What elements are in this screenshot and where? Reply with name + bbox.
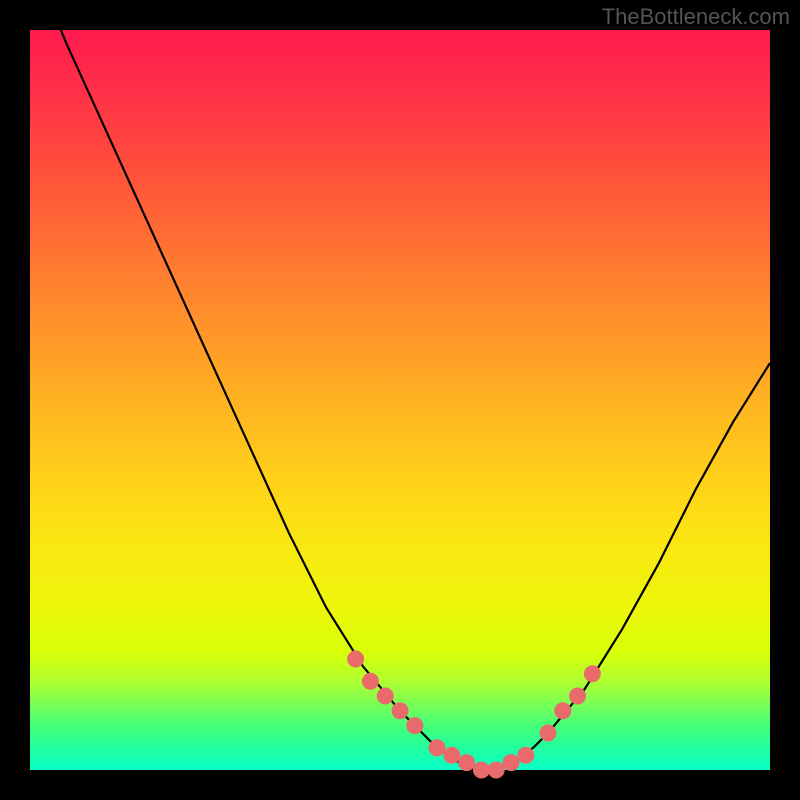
watermark-text: TheBottleneck.com	[602, 4, 790, 30]
curve-marker	[443, 747, 460, 764]
curve-marker	[554, 702, 571, 719]
curve-marker	[569, 688, 586, 705]
curve-marker	[517, 747, 534, 764]
curve-marker	[406, 717, 423, 734]
curve-marker	[347, 651, 364, 668]
curve-marker	[458, 754, 475, 771]
curve-marker	[473, 762, 490, 779]
marker-group	[347, 651, 601, 779]
curve-marker	[362, 673, 379, 690]
curve-marker	[392, 702, 409, 719]
curve-marker	[503, 754, 520, 771]
chart-svg	[30, 30, 770, 770]
curve-marker	[429, 739, 446, 756]
bottleneck-curve	[30, 0, 770, 770]
curve-marker	[377, 688, 394, 705]
curve-marker	[488, 762, 505, 779]
curve-marker	[540, 725, 557, 742]
plot-gradient-area	[30, 30, 770, 770]
curve-marker	[584, 665, 601, 682]
